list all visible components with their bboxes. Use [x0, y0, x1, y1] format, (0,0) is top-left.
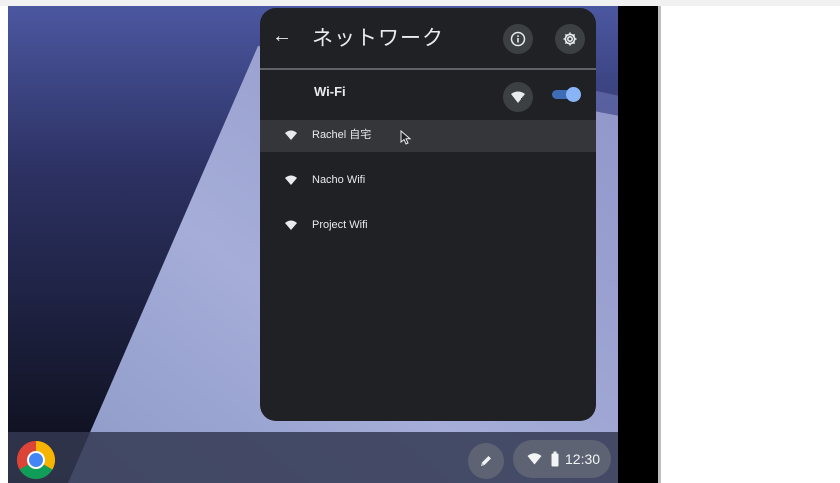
chromeos-screen: ← ネットワーク Wi-Fi Rachel 自宅 Nacho Wifi Proj…	[8, 6, 658, 483]
frame-border	[658, 6, 661, 483]
chrome-icon[interactable]	[16, 440, 56, 480]
network-item-rachel[interactable]: Rachel 自宅	[260, 120, 596, 152]
network-name: Project Wifi	[312, 219, 368, 231]
toggle-knob	[566, 87, 581, 102]
network-item-nacho[interactable]: Nacho Wifi	[260, 165, 596, 197]
panel-title: ネットワーク	[312, 27, 444, 50]
network-panel: ← ネットワーク Wi-Fi Rachel 自宅 Nacho Wifi Proj…	[260, 8, 596, 421]
wifi-icon	[285, 175, 297, 185]
status-area[interactable]: 12:30	[513, 440, 611, 478]
network-name: Rachel 自宅	[312, 129, 372, 141]
wifi-icon	[527, 453, 542, 465]
stylus-button[interactable]	[468, 443, 504, 479]
screen-edge	[618, 6, 658, 483]
stylus-icon	[481, 456, 491, 466]
clock-time: 12:30	[565, 451, 601, 467]
wifi-icon	[285, 220, 297, 230]
info-icon	[510, 31, 526, 47]
back-arrow-icon[interactable]: ←	[272, 26, 292, 46]
wifi-toggle[interactable]	[552, 87, 581, 102]
gear-icon	[563, 32, 577, 46]
settings-button[interactable]	[555, 24, 585, 54]
wifi-icon	[285, 130, 297, 140]
header-divider	[260, 68, 596, 70]
wifi-label: Wi-Fi	[314, 84, 346, 99]
battery-icon	[551, 451, 559, 467]
add-wifi-icon	[511, 91, 525, 103]
join-network-button[interactable]	[503, 82, 533, 112]
network-name: Nacho Wifi	[312, 174, 366, 186]
mouse-cursor-icon	[400, 130, 412, 145]
info-button[interactable]	[503, 24, 533, 54]
network-item-project[interactable]: Project Wifi	[260, 210, 596, 242]
